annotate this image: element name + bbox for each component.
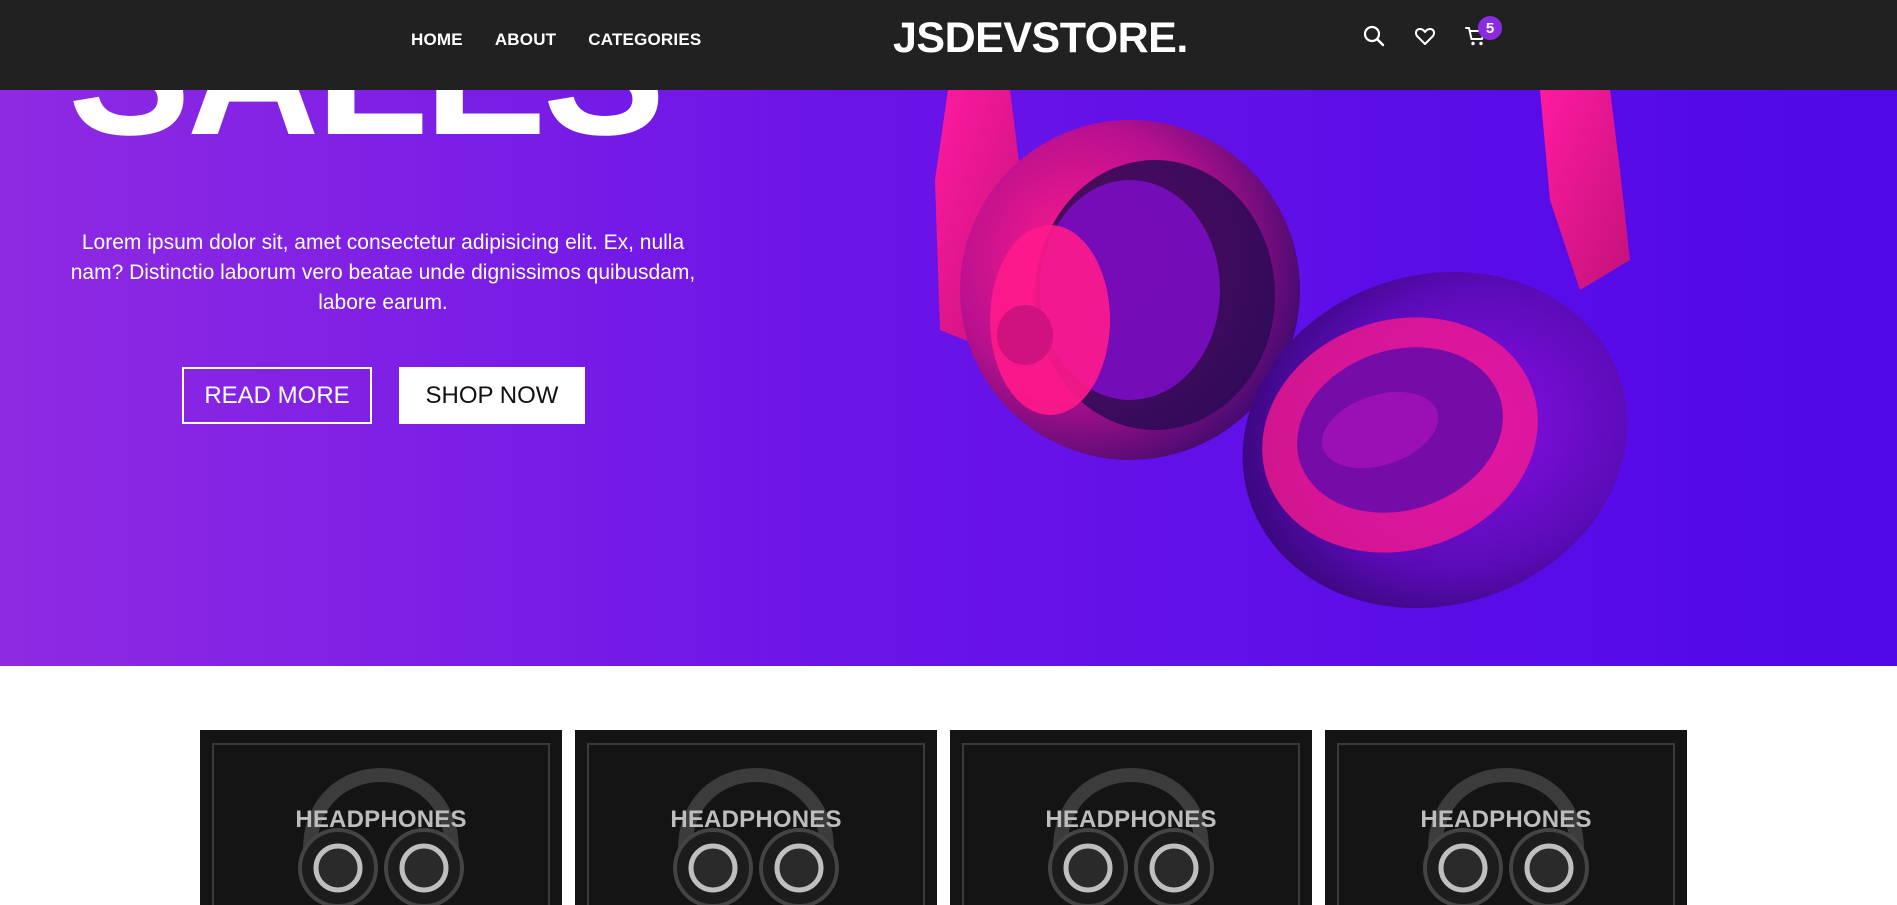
- cart-icon[interactable]: 5: [1464, 16, 1502, 48]
- main-nav: HOME ABOUT CATEGORIES: [411, 0, 701, 80]
- header-icons: 5: [1362, 16, 1502, 48]
- category-label: HEADPHONES: [670, 806, 842, 833]
- search-icon[interactable]: [1362, 24, 1386, 48]
- hero-banner: SALES Lorem ipsum dolor sit, amet consec…: [0, 90, 1897, 666]
- category-card[interactable]: HEADPHONES: [1325, 730, 1687, 905]
- category-card[interactable]: HEADPHONES: [575, 730, 937, 905]
- store-logo[interactable]: JSDEVSTORE.: [893, 14, 1188, 63]
- nav-home-link[interactable]: HOME: [411, 30, 463, 50]
- category-card[interactable]: HEADPHONES: [950, 730, 1312, 905]
- shop-now-button[interactable]: SHOP NOW: [399, 367, 585, 424]
- category-label: HEADPHONES: [1420, 806, 1592, 833]
- hero-title: SALES: [68, 90, 665, 162]
- site-header: HOME ABOUT CATEGORIES JSDEVSTORE. 5: [0, 0, 1897, 90]
- heart-icon[interactable]: [1413, 24, 1437, 48]
- read-more-button[interactable]: READ MORE: [182, 367, 372, 424]
- category-label: HEADPHONES: [295, 806, 467, 833]
- cart-count-badge: 5: [1478, 16, 1502, 40]
- headphones-image: [935, 90, 1630, 609]
- nav-categories-link[interactable]: CATEGORIES: [588, 30, 701, 50]
- category-label: HEADPHONES: [1045, 806, 1217, 833]
- nav-about-link[interactable]: ABOUT: [495, 30, 556, 50]
- category-list: HEADPHONES HEADPHONES HEADPHONES HEADPHO…: [200, 730, 1687, 905]
- hero-description: Lorem ipsum dolor sit, amet consectetur …: [70, 231, 696, 314]
- category-card[interactable]: HEADPHONES: [200, 730, 562, 905]
